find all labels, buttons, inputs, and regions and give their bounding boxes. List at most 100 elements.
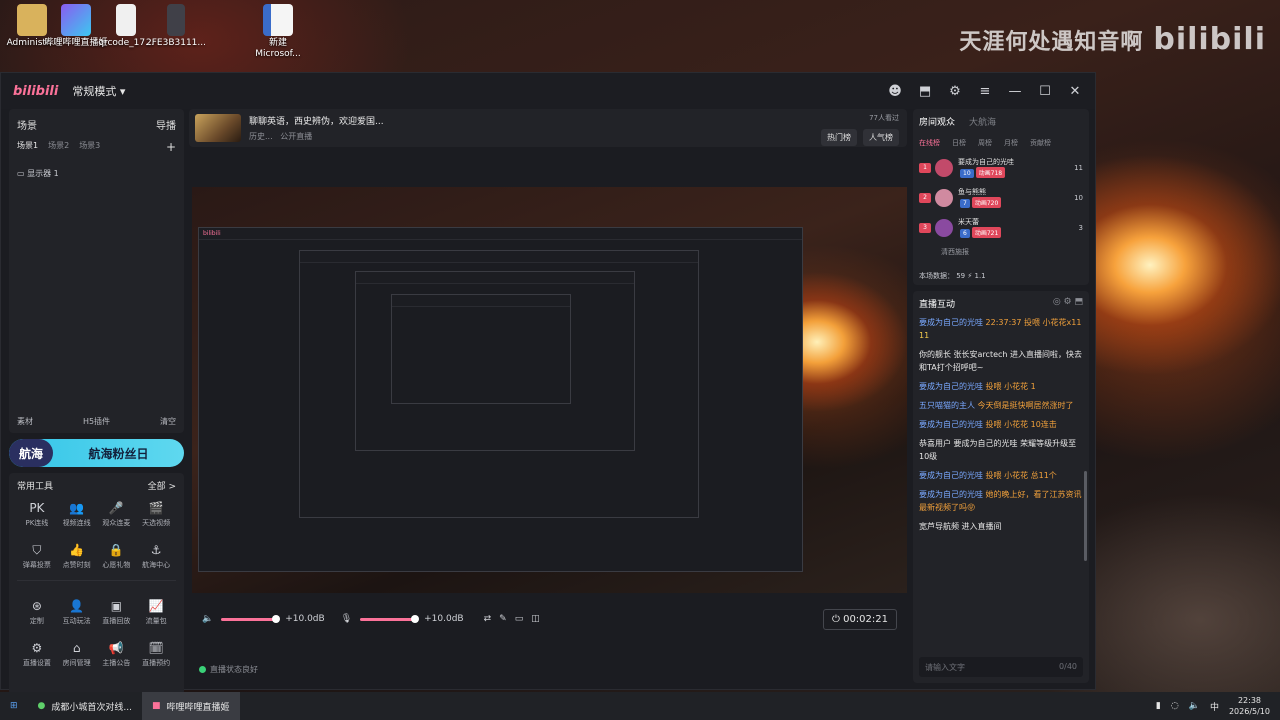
stream-preview[interactable]: bilibili [192,187,907,593]
maximize-button[interactable]: ☐ [1037,84,1053,99]
audience-row[interactable]: 1 要成为自己的光哇 10 动画718 11 [919,157,1083,178]
mode-dropdown[interactable]: 常规模式 ▾ [72,83,125,99]
tool-icon: PK [29,501,45,515]
center-panel: 聊聊英语，西史辨伪，欢迎爱国... 历史... 公开直播 77人看过 热门榜 人… [189,109,907,683]
tool-item[interactable]: 🗓 直播预约 [136,640,176,668]
tool-item[interactable]: ⊛ 定制 [17,598,57,626]
camera-icon[interactable]: ◫ [531,614,540,624]
speaker-volume-slider[interactable] [221,614,281,623]
tool-item[interactable]: 📢 主播公告 [97,640,137,668]
fan-day-banner[interactable]: 航海 航海粉丝日 [9,439,184,467]
chat-user[interactable]: 要成为自己的光哇 [919,420,983,429]
chat-message[interactable]: 要成为自己的光哇 她的晚上好，看了江苏资讯最新视频了吗😝 [919,488,1083,514]
scene-tab-1[interactable]: 场景1 [17,140,38,154]
chat-message[interactable]: 恭喜用户 要成为自己的光哇 荣耀等级升级至10级 [919,437,1083,463]
chat-message[interactable]: 要成为自己的光哇 投喂 小花花 1 [919,380,1083,393]
network-icon[interactable]: ◌ [1171,701,1179,711]
all-tools-link[interactable]: 全部 > [148,479,176,492]
tool-item[interactable]: 🔒 心愿礼物 [97,542,137,570]
list-item[interactable]: 清西施报 [919,247,1083,257]
tool-item[interactable]: ⚙ 直播设置 [17,640,57,668]
visibility-label[interactable]: 公开直播 [280,132,312,141]
desktop-icon-word[interactable]: 新建 Microsof... [246,4,310,60]
mic-icon[interactable]: 🎙 [341,614,352,624]
scene-tab-2[interactable]: 场景2 [48,140,69,154]
chat-message[interactable]: 要成为自己的光哇 22:37:37 投喂 小花花x11 11 [919,316,1083,342]
start-button[interactable]: ⊞ [0,692,28,720]
hot-rank-button[interactable]: 热门榜 [821,129,857,146]
switch-icon[interactable]: ⇄ [484,614,492,624]
effect-icon[interactable]: ✎ [499,614,507,624]
skin-icon[interactable]: ⬒ [917,84,933,99]
volume-icon[interactable]: 🔈 [1189,701,1200,711]
livehime-window: bilibili 常规模式 ▾ ☻ ⬒ ⚙ ≡ — ☐ ✕ 场景 导播 场景1 … [0,72,1096,695]
tool-item[interactable]: PK PK连线 [17,500,57,528]
chat-user[interactable]: 要成为自己的光哇 [919,318,983,327]
add-scene-button[interactable]: + [166,140,176,154]
room-cover[interactable] [195,114,241,142]
speaker-icon[interactable]: 🔈 [202,614,213,624]
tab-guard[interactable]: 大航海 [969,115,996,128]
settings-icon[interactable]: ⚙ [947,84,963,99]
desktop-icon-file[interactable]: 2FE3B3111... [144,4,208,49]
subtab-week[interactable]: 周榜 [978,138,992,148]
chat-user[interactable]: 要成为自己的光哇 [919,471,983,480]
interaction-tools-icon[interactable]: ◎ ⚙ ⬒ [1053,297,1083,310]
chat-user[interactable]: 要成为自己的光哇 [919,382,983,391]
minimize-button[interactable]: — [1007,84,1023,99]
tool-item[interactable]: ⌂ 房间管理 [57,640,97,668]
mic-volume-slider[interactable] [360,614,420,623]
subtab-month[interactable]: 月榜 [1004,138,1018,148]
source-item[interactable]: ▭ 显示器 1 [17,168,176,179]
chat-text: 投喂 小花花 1 [985,382,1036,391]
battery-icon[interactable]: ▮ [1156,701,1161,711]
tool-item[interactable]: ⛉ 弹幕投票 [17,542,57,570]
nested-brand: bilibili [199,228,802,240]
menu-icon[interactable]: ≡ [977,84,993,99]
chat-text: 你的舰长 张长安arctech 进入直播间啦，快去和TA打个招呼吧~ [919,350,1083,372]
chat-message[interactable]: 要成为自己的光哇 投喂 小花花 总11个 [919,469,1083,482]
medal-badge: 动画721 [971,227,1002,238]
tool-item[interactable]: ▣ 直播回放 [97,598,137,626]
popularity-button[interactable]: 人气榜 [863,129,899,146]
close-button[interactable]: ✕ [1067,84,1083,99]
room-title[interactable]: 聊聊英语，西史辨伪，欢迎爱国... [249,114,384,127]
avatar-icon[interactable]: ☻ [887,84,903,99]
chat-input[interactable]: 请输入文字 0/40 [919,657,1083,677]
tool-item[interactable]: ⚓ 航海中心 [136,542,176,570]
tool-item[interactable]: 👥 视频连线 [57,500,97,528]
chat-message[interactable]: 要成为自己的光哇 投喂 小花花 10连击 [919,418,1083,431]
task-item-livehime[interactable]: ■ 哔哩哔哩直播姬 [142,692,240,720]
tool-item[interactable]: 👍 点赞时刻 [57,542,97,570]
scene-tab-3[interactable]: 场景3 [79,140,100,154]
medal-badge: 动画718 [975,167,1006,178]
chat-user[interactable]: 五只喵猫的主人 [919,401,975,410]
tray-clock[interactable]: 22:38 2026/5/10 [1229,695,1270,717]
left-panel: 场景 导播 场景1 场景2 场景3 + ▭ 显示器 1 素材 H5插件 清空 航… [9,109,184,695]
subtab-online[interactable]: 在线榜 [919,138,940,148]
h5-plugin-button[interactable]: H5插件 [83,416,110,427]
tool-item[interactable]: 📈 流量包 [136,598,176,626]
tool-item[interactable]: 👤 互动玩法 [57,598,97,626]
tool-item[interactable]: 🎬 天选视频 [136,500,176,528]
audience-row[interactable]: 2 鱼与熊熊 7 动画720 10 [919,187,1083,208]
tool-item[interactable]: 🎤 观众连麦 [97,500,137,528]
ime-indicator[interactable]: 中 [1210,700,1219,713]
audience-row[interactable]: 3 米天蕾 6 动画721 3 [919,217,1083,238]
guide-button[interactable]: 导播 [156,117,176,132]
chat-scrollbar[interactable] [1084,471,1087,561]
session-stats: 本场数据： 59 ⚡ 1.1 [919,272,986,280]
task-item-browser[interactable]: ● 成都小城首次对线... [28,692,142,720]
chat-user[interactable]: 要成为自己的光哇 [919,490,983,499]
tab-room-audience[interactable]: 房间观众 [919,115,955,128]
material-button[interactable]: 素材 [17,416,33,427]
subtab-contribution[interactable]: 贡献榜 [1030,138,1051,148]
clear-button[interactable]: 清空 [160,416,176,427]
room-category[interactable]: 历史... [249,132,273,141]
chat-message[interactable]: 你的舰长 张长安arctech 进入直播间啦，快去和TA打个招呼吧~ [919,348,1083,374]
screen-icon[interactable]: ▭ [515,614,524,624]
interaction-panel: 直播互动 ◎ ⚙ ⬒ 要成为自己的光哇 22:37:37 投喂 小花花x11 1… [913,291,1089,683]
chat-message[interactable]: 宽芦导航频 进入直播间 [919,520,1083,533]
chat-message[interactable]: 五只喵猫的主人 今天倒是挺快啊居然涨时了 [919,399,1083,412]
subtab-day[interactable]: 日榜 [952,138,966,148]
